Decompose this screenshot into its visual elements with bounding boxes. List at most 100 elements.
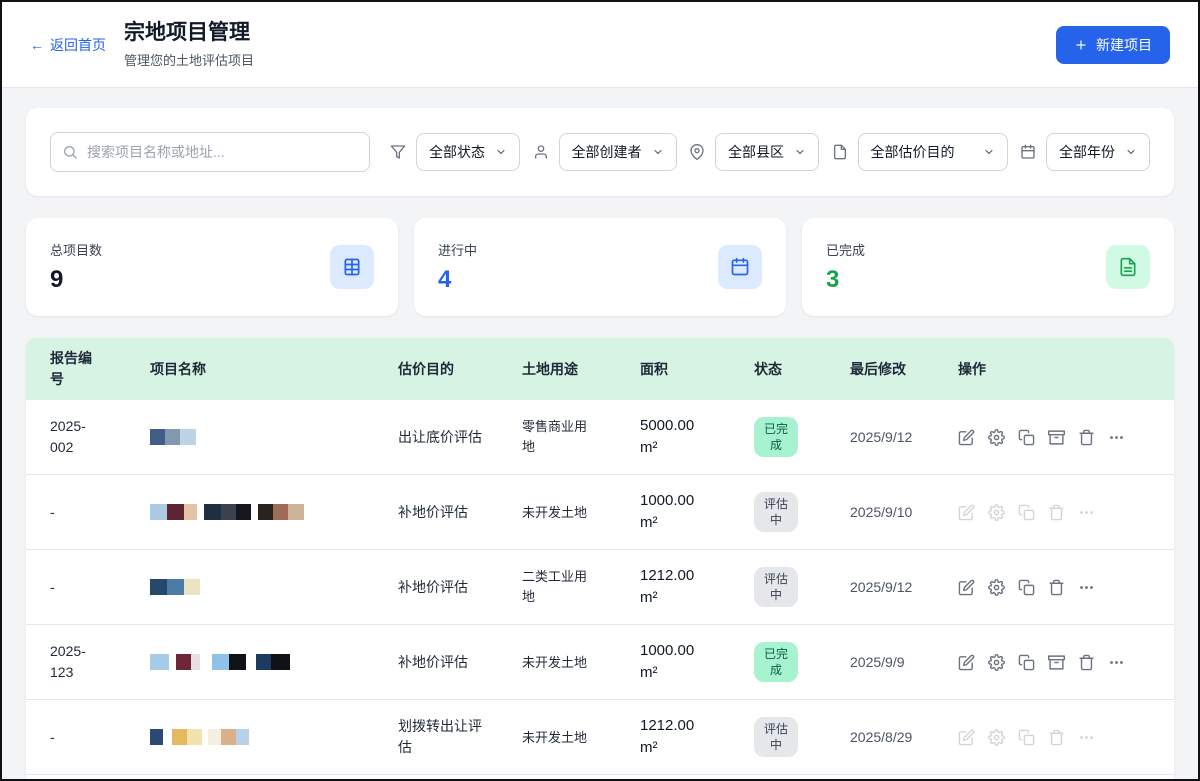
delete-button[interactable] [1048, 579, 1065, 596]
archive-button[interactable] [1048, 429, 1065, 446]
project-name-blocks [150, 504, 388, 520]
archive-button[interactable] [1048, 654, 1065, 671]
file-text-icon [1106, 245, 1150, 289]
redacted-block [150, 504, 167, 520]
redacted-block [167, 504, 184, 520]
column-header: 最后修改 [850, 359, 958, 380]
column-header: 土地用途 [522, 359, 640, 380]
copy-button[interactable] [1018, 654, 1035, 671]
filter-group: 全部创建者 [533, 133, 677, 171]
search-box [50, 132, 370, 172]
edit-button[interactable] [958, 429, 975, 446]
valuation-purpose: 补地价评估 [398, 502, 522, 523]
title-block: 宗地项目管理 管理您的土地评估项目 [124, 20, 254, 69]
edit-button [958, 504, 975, 521]
row-actions [958, 579, 1150, 596]
edit-button[interactable] [958, 654, 975, 671]
area-value: 5000.00 [640, 415, 744, 437]
select-value: 全部状态 [429, 142, 485, 162]
last-modified: 2025/9/9 [850, 652, 958, 673]
column-header: 项目名称 [150, 359, 398, 380]
land-use: 未开发土地 [522, 727, 640, 748]
redacted-block [208, 729, 221, 745]
filter-select-purpose[interactable]: 全部估价目的 [858, 133, 1008, 171]
settings-button[interactable] [988, 429, 1005, 446]
area-unit: m² [640, 587, 744, 609]
area: 1212.00 m² [640, 565, 754, 609]
redacted-block [229, 654, 246, 670]
calendar-icon [718, 245, 762, 289]
area: 1000.00 m² [640, 640, 754, 684]
redacted-block [204, 504, 221, 520]
building-icon [330, 245, 374, 289]
settings-button [988, 729, 1005, 746]
redacted-block [221, 504, 236, 520]
status-badge: 已完成 [754, 642, 798, 682]
column-header: 报告编号 [50, 348, 150, 390]
redacted-block [288, 504, 304, 520]
search-input[interactable] [50, 132, 370, 172]
table-row: 2025-123 补地价评估 未开发土地 1000.00 m² 已完成 2025… [26, 625, 1174, 700]
column-header: 操作 [958, 359, 1150, 380]
edit-button [958, 729, 975, 746]
new-project-button[interactable]: 新建项目 [1056, 26, 1170, 64]
area: 1212.00 m² [640, 715, 754, 759]
redacted-block [165, 429, 180, 445]
redacted-block [150, 429, 165, 445]
area: 5000.00 m² [640, 415, 754, 459]
page-header: ← 返回首页 宗地项目管理 管理您的土地评估项目 新建项目 [2, 2, 1198, 88]
copy-button[interactable] [1018, 429, 1035, 446]
last-modified: 2025/8/29 [850, 727, 958, 748]
area-value: 1212.00 [640, 565, 744, 587]
back-link[interactable]: ← 返回首页 [30, 35, 106, 55]
delete-button[interactable] [1078, 654, 1095, 671]
row-actions [958, 504, 1150, 521]
filter-select-district[interactable]: 全部县区 [715, 133, 819, 171]
chevron-down-icon [983, 146, 995, 158]
table-body: 2025-002 出让底价评估 零售商业用地 5000.00 m² 已完成 20… [26, 400, 1174, 775]
stat-card-completed: 已完成 3 [802, 218, 1174, 316]
stat-label: 进行中 [438, 240, 477, 259]
status-badge: 已完成 [754, 417, 798, 457]
filter-select-creator[interactable]: 全部创建者 [559, 133, 677, 171]
more-button[interactable] [1108, 654, 1125, 671]
redacted-block [236, 504, 251, 520]
land-use: 零售商业用地 [522, 417, 640, 457]
land-use: 未开发土地 [522, 502, 640, 523]
chevron-down-icon [794, 146, 806, 158]
delete-button[interactable] [1078, 429, 1095, 446]
redacted-block [184, 504, 197, 520]
chevron-down-icon [652, 146, 664, 158]
redacted-block [271, 654, 290, 670]
filter-select-status[interactable]: 全部状态 [416, 133, 520, 171]
project-name-blocks [150, 729, 388, 745]
area-value: 1000.00 [640, 490, 744, 512]
settings-button[interactable] [988, 654, 1005, 671]
redacted-block [150, 579, 167, 595]
redacted-block [191, 654, 200, 670]
report-no: - [50, 727, 150, 748]
edit-button[interactable] [958, 579, 975, 596]
redacted-block [258, 504, 273, 520]
copy-button[interactable] [1018, 579, 1035, 596]
status-badge: 评估中 [754, 567, 798, 607]
settings-button[interactable] [988, 579, 1005, 596]
filter-select-year[interactable]: 全部年份 [1046, 133, 1150, 171]
area-unit: m² [640, 437, 744, 459]
more-button[interactable] [1108, 429, 1125, 446]
area: 1000.00 m² [640, 490, 754, 534]
filter-bar: 全部状态 全部创建者 全部县区 全部估价目的 全部年份 [26, 108, 1174, 196]
filter-group: 全部估价目的 [832, 133, 1008, 171]
redacted-block [273, 504, 288, 520]
more-button[interactable] [1078, 579, 1095, 596]
stat-label: 总项目数 [50, 240, 102, 259]
stat-card-total: 总项目数 9 [26, 218, 398, 316]
page-subtitle: 管理您的土地评估项目 [124, 50, 254, 69]
stat-value: 4 [438, 266, 477, 294]
row-actions [958, 654, 1150, 671]
back-link-label: 返回首页 [50, 35, 106, 55]
calendar-icon [1020, 144, 1036, 160]
copy-button [1018, 729, 1035, 746]
filter-group: 全部县区 [689, 133, 819, 171]
land-use: 未开发土地 [522, 652, 640, 673]
